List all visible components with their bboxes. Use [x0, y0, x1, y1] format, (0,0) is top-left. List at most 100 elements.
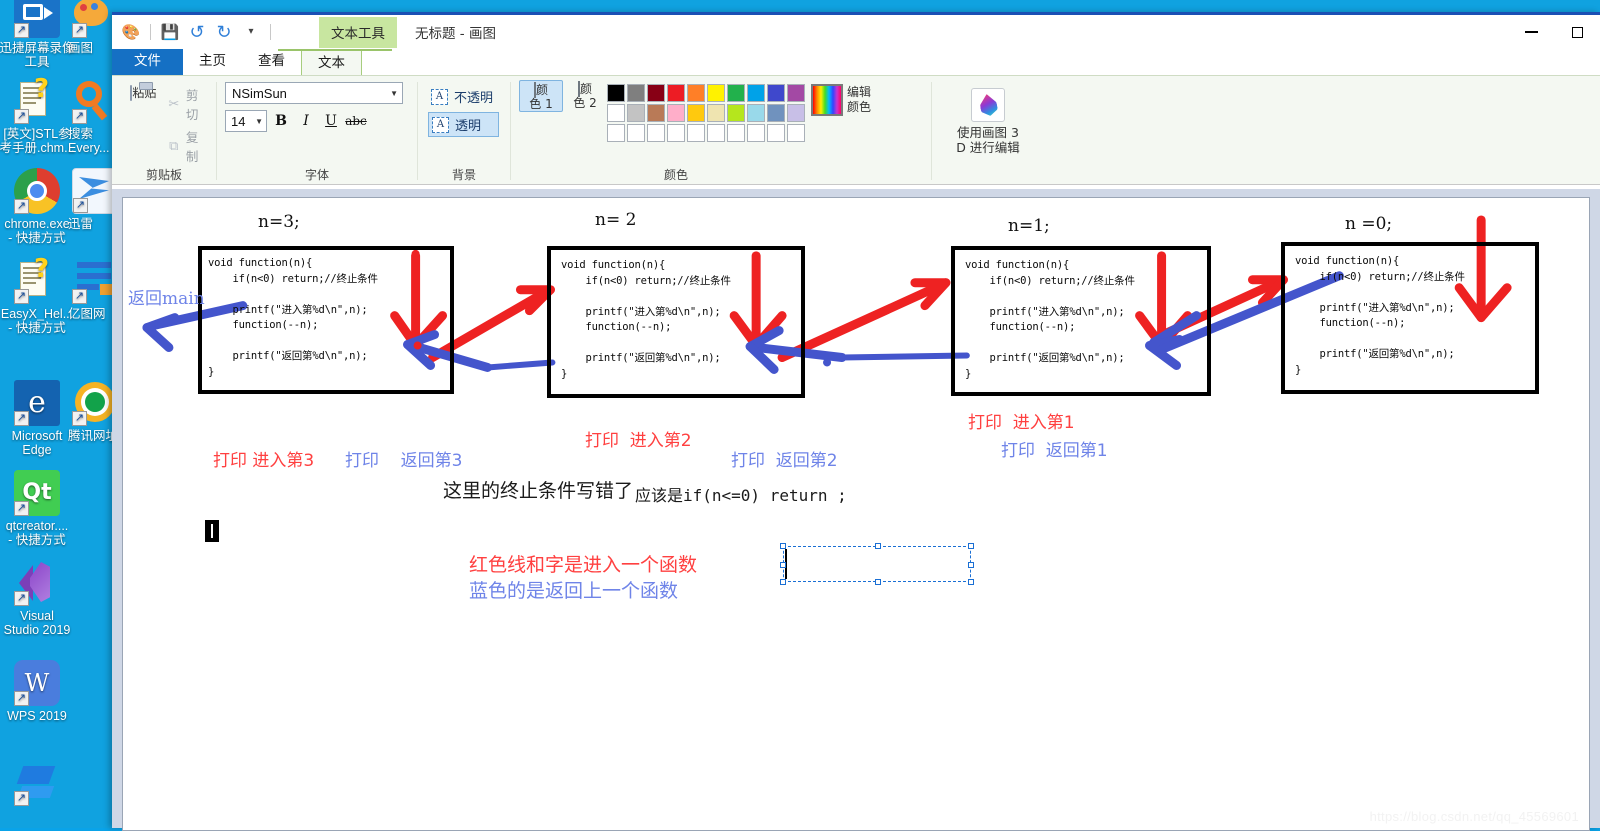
- annotation-print-return-2: 打印 返回第2: [731, 451, 838, 471]
- redo-icon[interactable]: ↻: [213, 21, 235, 43]
- save-icon[interactable]: 💾: [159, 21, 181, 43]
- color2-button[interactable]: 颜 色 2: [563, 80, 607, 110]
- group-title-colors: 颜色: [663, 168, 688, 182]
- group-title-background: 背景: [451, 168, 476, 182]
- paste-button[interactable]: 粘贴: [120, 82, 167, 101]
- ribbon-group-colors: 颜 色 1 颜 色 2 编辑 颜色 颜色: [511, 76, 931, 186]
- desktop-icon-blue-box[interactable]: ↗: [0, 760, 82, 809]
- ribbon-group-font: NSimSun ▼ 14 ▼ B I U abc 字体: [217, 76, 417, 186]
- font-family-select[interactable]: NSimSun ▼: [225, 82, 403, 104]
- resize-handle-nw[interactable]: [780, 543, 786, 549]
- transparent-option[interactable]: A 透明: [428, 112, 500, 137]
- font-size-value: 14: [231, 113, 246, 129]
- code-box-3: void function(n){ if(n<0) return;//终止条件 …: [951, 246, 1211, 396]
- ribbon-toolbar: 粘贴 ✂ 剪切 ⧉ 复制 剪贴板 NSimSun ▼ 14 ▼ B I U ab…: [112, 75, 1600, 185]
- resize-handle-n[interactable]: [875, 543, 881, 549]
- palette-swatch[interactable]: [767, 124, 785, 142]
- palette-swatch[interactable]: [787, 84, 805, 102]
- text-selection-box[interactable]: [780, 543, 974, 585]
- resize-handle-e[interactable]: [968, 562, 974, 568]
- chevron-down-icon: ▼: [255, 116, 263, 126]
- paint3d-icon: [971, 88, 1005, 122]
- cut-button[interactable]: ✂ 剪切: [167, 85, 208, 123]
- underline-button[interactable]: U: [320, 110, 342, 132]
- canvas-scroll-area: n=3; n= 2 n=1; n =0; void function(n){ i…: [112, 189, 1600, 831]
- palette-swatch[interactable]: [727, 84, 745, 102]
- palette-swatch[interactable]: [687, 124, 705, 142]
- legend-blue: 蓝色的是返回上一个函数: [469, 580, 679, 602]
- palette-swatch[interactable]: [667, 84, 685, 102]
- resize-handle-s[interactable]: [875, 579, 881, 585]
- shortcut-arrow-icon: ↗: [14, 411, 29, 426]
- drawing-canvas[interactable]: n=3; n= 2 n=1; n =0; void function(n){ i…: [122, 197, 1590, 831]
- palette-swatch[interactable]: [787, 124, 805, 142]
- chm-help-icon: ? ↗: [14, 256, 60, 304]
- tab-home[interactable]: 主页: [183, 49, 242, 75]
- palette-swatch[interactable]: [727, 124, 745, 142]
- palette-swatch[interactable]: [627, 104, 645, 122]
- palette-swatch[interactable]: [687, 84, 705, 102]
- resize-handle-w[interactable]: [780, 562, 786, 568]
- palette-swatch[interactable]: [707, 84, 725, 102]
- palette-swatch[interactable]: [607, 84, 625, 102]
- ribbon-group-paint3d: 使用画图 3 D 进行编辑: [932, 76, 1052, 186]
- wps-icon: W ↗: [14, 660, 60, 706]
- tab-view[interactable]: 查看: [242, 49, 301, 75]
- copy-button[interactable]: ⧉ 复制: [167, 127, 208, 165]
- palette-swatch[interactable]: [747, 84, 765, 102]
- resize-handle-sw[interactable]: [780, 579, 786, 585]
- palette-swatch[interactable]: [767, 84, 785, 102]
- resize-handle-ne[interactable]: [968, 543, 974, 549]
- edit-colors-button[interactable]: 编辑 颜色: [811, 80, 875, 116]
- palette-swatch[interactable]: [707, 124, 725, 142]
- edit-colors-label: 编辑 颜色: [847, 85, 872, 114]
- n-label-4: n =0;: [1345, 214, 1393, 234]
- palette-swatch[interactable]: [667, 124, 685, 142]
- shortcut-arrow-icon: ↗: [14, 591, 29, 606]
- minimize-button[interactable]: [1508, 15, 1554, 49]
- group-title-clipboard: 剪贴板: [145, 168, 182, 182]
- palette-swatch[interactable]: [787, 104, 805, 122]
- chevron-down-icon[interactable]: ▾: [240, 21, 262, 43]
- palette-swatch[interactable]: [647, 84, 665, 102]
- annotation-note-correction: 应该是if(n<=0) return ;: [635, 486, 847, 505]
- shortcut-arrow-icon: ↗: [73, 198, 88, 213]
- context-tool-tab-label: 文本工具: [319, 16, 397, 48]
- palette-swatch[interactable]: [707, 104, 725, 122]
- strikethrough-button[interactable]: abc: [345, 110, 367, 132]
- font-size-select[interactable]: 14 ▼: [225, 110, 267, 132]
- bold-button[interactable]: B: [270, 110, 292, 132]
- palette-swatch[interactable]: [647, 104, 665, 122]
- font-family-value: NSimSun: [232, 85, 287, 101]
- paint-app-icon[interactable]: 🎨: [120, 21, 142, 43]
- palette-swatch[interactable]: [607, 124, 625, 142]
- palette-swatch[interactable]: [747, 104, 765, 122]
- palette-swatch[interactable]: [667, 104, 685, 122]
- palette-swatch[interactable]: [647, 124, 665, 142]
- tab-file[interactable]: 文件: [112, 49, 183, 75]
- palette-swatch[interactable]: [767, 104, 785, 122]
- copy-label: 复制: [185, 130, 199, 164]
- desktop-icon-visual-studio[interactable]: ↗ Visual Studio 2019: [0, 560, 82, 637]
- undo-icon[interactable]: ↺: [186, 21, 208, 43]
- palette-swatch[interactable]: [607, 104, 625, 122]
- ribbon-group-clipboard: 粘贴 ✂ 剪切 ⧉ 复制 剪贴板: [112, 76, 216, 186]
- palette-swatch[interactable]: [747, 124, 765, 142]
- tab-text[interactable]: 文本: [301, 49, 362, 75]
- resize-handle-se[interactable]: [968, 579, 974, 585]
- palette-swatch[interactable]: [627, 84, 645, 102]
- desktop-icon-label: qtcreator.... - 快捷方式: [5, 519, 69, 547]
- desktop-icon-qtcreator[interactable]: Qt ↗ qtcreator.... - 快捷方式: [0, 470, 82, 547]
- open-in-paint3d-button[interactable]: 使用画图 3 D 进行编辑: [940, 86, 1036, 155]
- opaque-option[interactable]: A 不透明: [428, 85, 499, 108]
- maximize-button[interactable]: [1554, 15, 1600, 49]
- palette-swatch[interactable]: [687, 104, 705, 122]
- desktop-icon-label: Visual Studio 2019: [3, 609, 71, 637]
- color-palette[interactable]: [607, 80, 805, 142]
- transparent-label: 透明: [455, 119, 482, 134]
- palette-swatch[interactable]: [727, 104, 745, 122]
- palette-swatch[interactable]: [627, 124, 645, 142]
- color1-button[interactable]: 颜 色 1: [519, 80, 563, 112]
- italic-button[interactable]: I: [295, 110, 317, 132]
- desktop-icon-wps[interactable]: W ↗ WPS 2019: [0, 660, 82, 723]
